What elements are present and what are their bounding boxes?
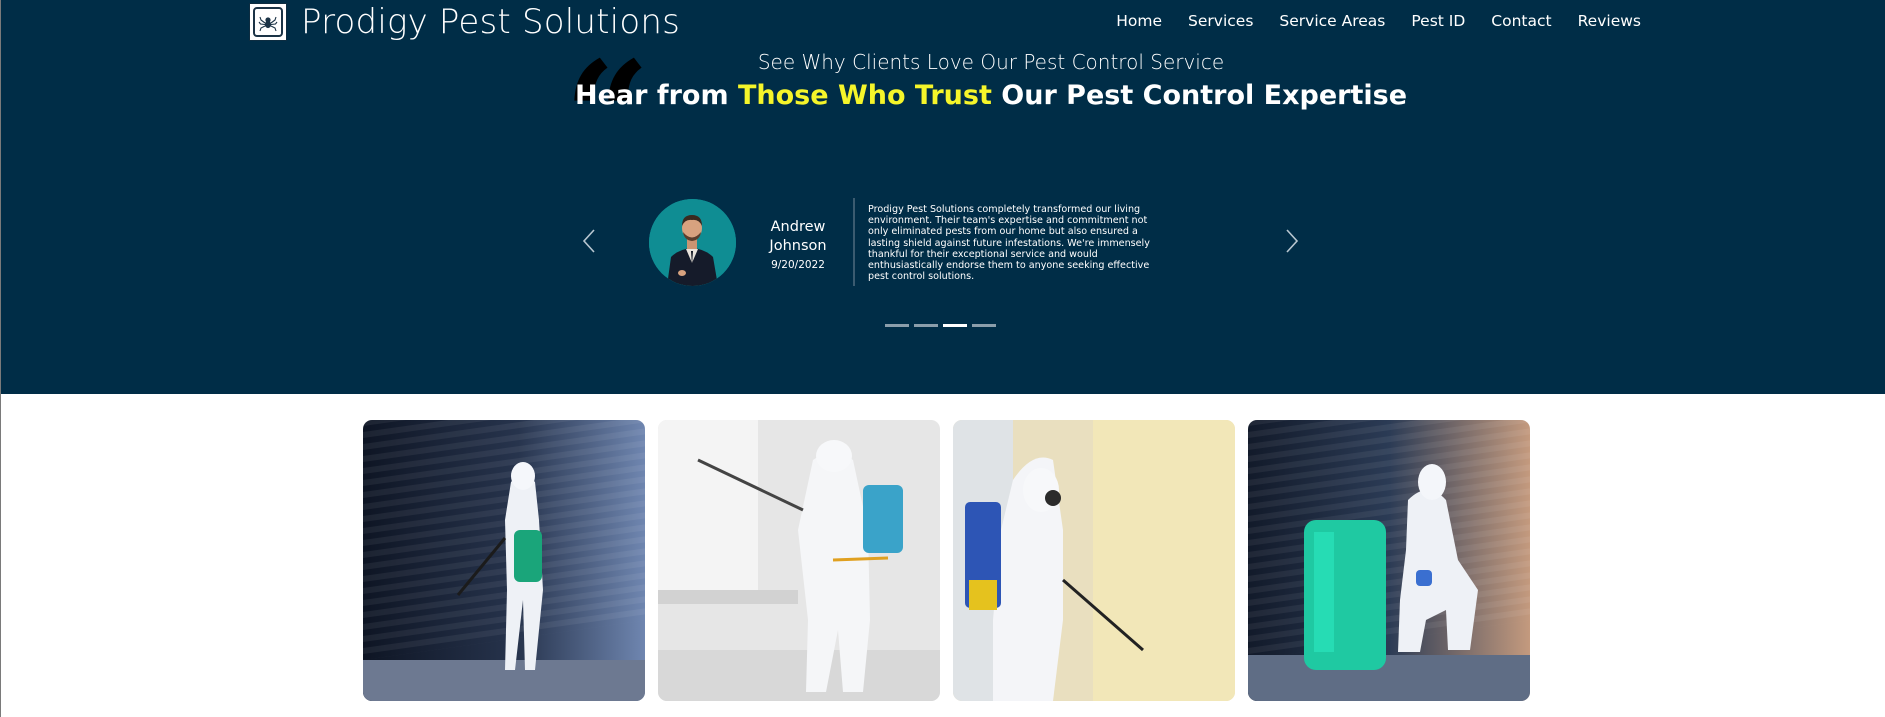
- chevron-left-icon: [582, 229, 595, 253]
- gallery-image-1[interactable]: [363, 420, 645, 701]
- photo-gallery: [363, 420, 1530, 701]
- gallery-image-3[interactable]: [953, 420, 1235, 701]
- brand-name[interactable]: Prodigy Pest Solutions: [301, 2, 680, 42]
- carousel-prev-button[interactable]: [577, 226, 601, 256]
- reviewer: Andrew Johnson 9/20/2022: [749, 218, 847, 271]
- carousel-dots: [885, 324, 996, 327]
- testimonial-slide: Andrew Johnson 9/20/2022 Prodigy Pest So…: [649, 198, 1169, 288]
- spider-badge-icon: [253, 7, 283, 37]
- carousel-dot-4[interactable]: [972, 324, 996, 327]
- section-subtitle: See Why Clients Love Our Pest Control Se…: [757, 50, 1225, 74]
- nav-home[interactable]: Home: [1116, 12, 1162, 30]
- page: Prodigy Pest Solutions Home Services Ser…: [0, 0, 1885, 717]
- main-nav: Home Services Service Areas Pest ID Cont…: [1116, 12, 1641, 30]
- testimonials-section: Prodigy Pest Solutions Home Services Ser…: [1, 0, 1885, 394]
- chevron-right-icon: [1286, 229, 1299, 253]
- headline-start: Hear from: [574, 80, 738, 111]
- carousel-dot-2[interactable]: [914, 324, 938, 327]
- carousel-dot-1[interactable]: [885, 324, 909, 327]
- carousel-dot-3[interactable]: [943, 324, 967, 327]
- nav-pest-id[interactable]: Pest ID: [1411, 12, 1465, 30]
- technician-hallway-photo: [953, 420, 1235, 701]
- headline-end: Our Pest Control Expertise: [991, 80, 1408, 111]
- technician-spraying-photo: [363, 420, 645, 701]
- gallery-image-2[interactable]: [658, 420, 940, 701]
- brand[interactable]: Prodigy Pest Solutions: [249, 2, 680, 42]
- headline-highlight: Those Who Trust: [737, 80, 992, 111]
- logo[interactable]: [249, 3, 287, 41]
- divider: [853, 198, 855, 286]
- section-headline: Hear from Those Who Trust Our Pest Contr…: [1, 80, 1885, 111]
- nav-contact[interactable]: Contact: [1491, 12, 1551, 30]
- carousel-next-button[interactable]: [1280, 226, 1304, 256]
- nav-service-areas[interactable]: Service Areas: [1279, 12, 1385, 30]
- technician-window-photo: [658, 420, 940, 701]
- technician-crouching-photo: [1248, 420, 1530, 701]
- review-date: 9/20/2022: [771, 259, 825, 271]
- nav-reviews[interactable]: Reviews: [1578, 12, 1641, 30]
- review-text: Prodigy Pest Solutions completely transf…: [868, 204, 1150, 283]
- avatar: [649, 199, 736, 286]
- gallery-image-4[interactable]: [1248, 420, 1530, 701]
- nav-services[interactable]: Services: [1188, 12, 1253, 30]
- reviewer-name: Andrew Johnson: [769, 219, 827, 254]
